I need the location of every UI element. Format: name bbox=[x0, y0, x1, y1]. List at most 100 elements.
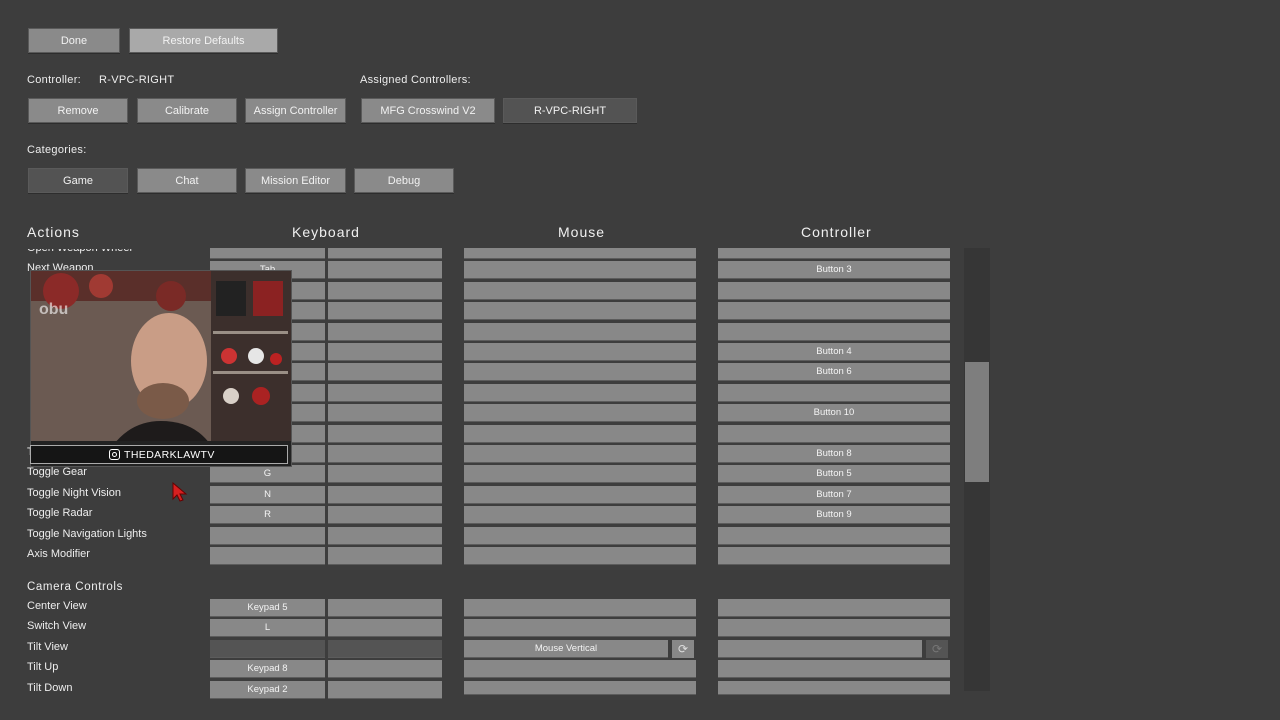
scrollbar-thumb[interactable] bbox=[965, 362, 989, 482]
controller-binding[interactable]: Button 5 bbox=[718, 465, 950, 483]
keyboard-binding-secondary[interactable] bbox=[328, 343, 442, 361]
keyboard-binding-secondary[interactable] bbox=[328, 445, 442, 463]
controller-binding[interactable]: Button 7 bbox=[718, 486, 950, 504]
keyboard-binding-secondary[interactable] bbox=[328, 506, 442, 524]
mouse-binding[interactable] bbox=[464, 619, 696, 637]
keyboard-binding-secondary[interactable] bbox=[328, 363, 442, 381]
webcam-image bbox=[31, 271, 291, 466]
mouse-binding[interactable] bbox=[464, 599, 696, 617]
keyboard-binding-secondary[interactable] bbox=[328, 619, 442, 637]
mouse-binding[interactable] bbox=[464, 343, 696, 361]
keyboard-binding-secondary[interactable] bbox=[328, 282, 442, 300]
mouse-binding[interactable] bbox=[464, 363, 696, 381]
keyboard-binding-secondary[interactable] bbox=[328, 302, 442, 320]
keyboard-binding-secondary[interactable] bbox=[328, 425, 442, 443]
keyboard-binding-secondary[interactable] bbox=[328, 681, 442, 699]
assigned-controller-mfg[interactable]: MFG Crosswind V2 bbox=[361, 98, 495, 123]
keyboard-binding-secondary[interactable] bbox=[328, 527, 442, 545]
keyboard-binding-secondary[interactable] bbox=[328, 486, 442, 504]
keyboard-binding-secondary[interactable] bbox=[328, 547, 442, 565]
controller-binding[interactable] bbox=[718, 425, 950, 443]
keyboard-binding-secondary[interactable] bbox=[328, 599, 442, 617]
mouse-binding[interactable] bbox=[464, 248, 696, 259]
controller-binding[interactable]: Button 4 bbox=[718, 343, 950, 361]
action-label: Open Weapon Wheel bbox=[27, 242, 132, 254]
controller-binding[interactable] bbox=[718, 599, 950, 617]
refresh-icon[interactable]: ⟳ bbox=[926, 640, 948, 658]
keyboard-binding-primary[interactable] bbox=[210, 547, 325, 565]
keyboard-binding-primary[interactable]: R bbox=[210, 506, 325, 524]
controller-binding[interactable]: Button 10 bbox=[718, 404, 950, 422]
mouse-binding[interactable]: Mouse Vertical bbox=[464, 640, 668, 658]
mouse-binding[interactable] bbox=[464, 323, 696, 341]
controller-binding[interactable] bbox=[718, 384, 950, 402]
tab-mission-editor[interactable]: Mission Editor bbox=[245, 168, 346, 193]
keyboard-binding-primary[interactable]: G bbox=[210, 465, 325, 483]
keyboard-binding-primary[interactable] bbox=[210, 527, 325, 545]
mouse-binding[interactable] bbox=[464, 660, 696, 678]
controller-binding[interactable] bbox=[718, 660, 950, 678]
keyboard-binding-primary[interactable]: N bbox=[210, 486, 325, 504]
mouse-binding[interactable] bbox=[464, 506, 696, 524]
assigned-controller-vpc[interactable]: R-VPC-RIGHT bbox=[503, 98, 637, 123]
keyboard-binding-secondary[interactable] bbox=[328, 404, 442, 422]
tab-game[interactable]: Game bbox=[28, 168, 128, 193]
done-button[interactable]: Done bbox=[28, 28, 120, 53]
controller-binding[interactable]: Button 6 bbox=[718, 363, 950, 381]
action-label: Toggle Navigation Lights bbox=[27, 528, 147, 540]
mouse-binding[interactable] bbox=[464, 486, 696, 504]
action-label: Toggle Radar bbox=[27, 507, 93, 519]
controller-binding[interactable] bbox=[718, 547, 950, 565]
categories-label: Categories: bbox=[27, 144, 87, 156]
controller-binding[interactable] bbox=[718, 640, 922, 658]
mouse-binding[interactable] bbox=[464, 261, 696, 279]
controller-binding[interactable] bbox=[718, 527, 950, 545]
refresh-icon[interactable]: ⟳ bbox=[672, 640, 694, 658]
keyboard-binding-secondary[interactable] bbox=[328, 640, 442, 658]
mouse-binding[interactable] bbox=[464, 465, 696, 483]
cursor-icon bbox=[172, 481, 188, 505]
mouse-binding[interactable] bbox=[464, 527, 696, 545]
tab-debug[interactable]: Debug bbox=[354, 168, 454, 193]
controller-binding[interactable]: Button 3 bbox=[718, 261, 950, 279]
keyboard-binding-secondary[interactable] bbox=[328, 660, 442, 678]
remove-button[interactable]: Remove bbox=[28, 98, 128, 123]
controller-binding[interactable] bbox=[718, 681, 950, 695]
mouse-binding[interactable] bbox=[464, 384, 696, 402]
assign-controller-button[interactable]: Assign Controller bbox=[245, 98, 346, 123]
action-label: Toggle Night Vision bbox=[27, 487, 121, 499]
mouse-binding[interactable] bbox=[464, 547, 696, 565]
controller-binding[interactable] bbox=[718, 282, 950, 300]
controller-name: R-VPC-RIGHT bbox=[99, 74, 175, 86]
keyboard-binding-primary[interactable]: Keypad 5 bbox=[210, 599, 325, 617]
keyboard-binding-primary[interactable]: L bbox=[210, 619, 325, 637]
mouse-binding[interactable] bbox=[464, 404, 696, 422]
restore-defaults-button[interactable]: Restore Defaults bbox=[129, 28, 278, 53]
mouse-binding[interactable] bbox=[464, 282, 696, 300]
keyboard-binding-secondary[interactable] bbox=[328, 261, 442, 279]
controller-binding[interactable] bbox=[718, 619, 950, 637]
controller-binding[interactable] bbox=[718, 248, 950, 259]
controller-binding[interactable]: Button 9 bbox=[718, 506, 950, 524]
webcam-sign-text: obu bbox=[39, 301, 69, 318]
keyboard-binding-primary[interactable] bbox=[210, 248, 325, 259]
controller-binding[interactable] bbox=[718, 323, 950, 341]
tab-chat[interactable]: Chat bbox=[137, 168, 237, 193]
keyboard-binding-secondary[interactable] bbox=[328, 465, 442, 483]
controller-binding[interactable] bbox=[718, 302, 950, 320]
keyboard-binding-secondary[interactable] bbox=[328, 323, 442, 341]
controller-label: Controller: bbox=[27, 74, 82, 86]
controller-binding[interactable]: Button 8 bbox=[718, 445, 950, 463]
webcam-handle-bar: THEDARKLAWTV bbox=[30, 445, 288, 464]
mouse-binding[interactable] bbox=[464, 445, 696, 463]
calibrate-button[interactable]: Calibrate bbox=[137, 98, 237, 123]
keyboard-binding-primary[interactable] bbox=[210, 640, 325, 658]
keyboard-binding-primary[interactable]: Keypad 2 bbox=[210, 681, 325, 699]
mouse-binding[interactable] bbox=[464, 425, 696, 443]
mouse-binding[interactable] bbox=[464, 302, 696, 320]
controller-header: Controller bbox=[801, 224, 872, 240]
keyboard-binding-secondary[interactable] bbox=[328, 384, 442, 402]
mouse-binding[interactable] bbox=[464, 681, 696, 695]
keyboard-binding-secondary[interactable] bbox=[328, 248, 442, 259]
keyboard-binding-primary[interactable]: Keypad 8 bbox=[210, 660, 325, 678]
